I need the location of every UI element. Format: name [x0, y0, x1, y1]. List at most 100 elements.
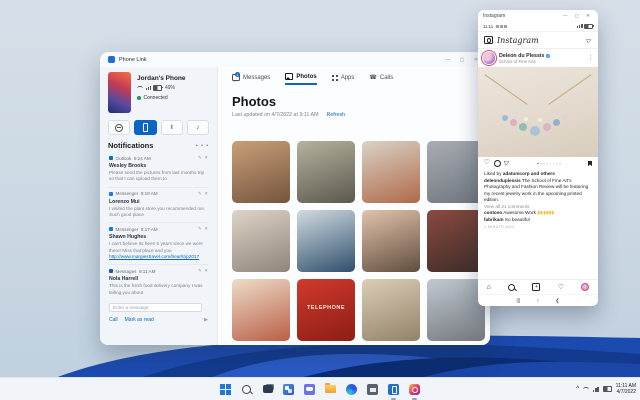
caption-username[interactable]: deleonduplessis — [484, 178, 521, 183]
notification-card[interactable]: Outlook 9:24 AM ✎ ✕ Wesley Brooks Please… — [108, 152, 209, 188]
author-avatar[interactable] — [483, 52, 495, 64]
bookmark-icon[interactable] — [587, 160, 592, 167]
do-not-disturb-button[interactable] — [108, 120, 131, 135]
chat-button[interactable] — [302, 382, 317, 397]
notification-time: 9:19 AM — [140, 191, 158, 197]
tray-volume-icon[interactable] — [593, 386, 599, 392]
close-icon[interactable]: ✕ — [204, 268, 208, 274]
back-button[interactable]: ❮ — [555, 298, 559, 304]
file-explorer-button[interactable] — [323, 382, 338, 397]
start-button[interactable] — [218, 382, 233, 397]
direct-messages-icon[interactable]: ▷ — [586, 36, 593, 44]
call-button[interactable]: Call — [109, 317, 118, 323]
home-button[interactable]: ○ — [536, 298, 539, 304]
phone-link-taskbar-button[interactable] — [386, 382, 401, 400]
phone-status-bar: 11:11 — [478, 22, 598, 32]
widgets-button[interactable] — [281, 382, 296, 397]
pin-icon[interactable]: ✎ — [198, 268, 202, 274]
close-icon[interactable]: ✕ — [204, 191, 208, 197]
pin-icon[interactable]: ✎ — [198, 226, 202, 232]
widgets-icon — [283, 383, 294, 395]
notification-link[interactable]: http://www.margiestravel.com/bear/trip20… — [109, 254, 208, 260]
instagram-icon — [409, 383, 420, 395]
new-post-icon[interactable]: + — [532, 283, 541, 291]
photo-redhead-group[interactable] — [362, 141, 420, 203]
post-options-icon[interactable]: ⋮ — [588, 55, 593, 61]
comment: fabrikam So beautiful — [484, 217, 530, 223]
close-icon[interactable]: ✕ — [204, 155, 208, 161]
phone-link-app-icon — [108, 56, 115, 63]
calls-icon: ☎ — [369, 74, 377, 81]
search-button[interactable] — [239, 382, 254, 397]
audio-player-button[interactable]: ♪ — [186, 120, 209, 135]
camera-icon[interactable] — [484, 36, 493, 44]
notification-time: 9:11 AM — [138, 268, 156, 274]
tab-messages[interactable]: 1 Messages — [232, 72, 270, 84]
phone-wallpaper-thumbnail[interactable] — [108, 72, 131, 113]
photo-telephone-box[interactable]: TELEPHONE — [297, 279, 355, 341]
photo-street-crowd[interactable] — [427, 279, 485, 341]
phone-link-window: Phone Link — ▢ ✕ Jordan's Phone 49% Conn… — [100, 52, 490, 345]
tab-photos[interactable]: Photos — [285, 73, 317, 85]
reply-input[interactable] — [109, 303, 203, 313]
notifications-heading: Notifications — [108, 141, 154, 150]
instagram-window-controls[interactable]: — ▢ ✕ — [563, 13, 593, 19]
notification-card[interactable]: Messenger 9:17 AM ✎ ✕ Shawn Hughes I can… — [108, 223, 209, 266]
pin-icon[interactable]: ✎ — [198, 155, 202, 161]
task-view-button[interactable] — [260, 382, 275, 397]
search-icon[interactable] — [508, 283, 516, 291]
edge-button[interactable] — [344, 382, 359, 397]
comment-username[interactable]: fabrikam — [484, 217, 504, 222]
photo-street-person[interactable] — [427, 141, 485, 203]
phone-link-window-controls[interactable]: — ▢ ✕ — [445, 57, 482, 63]
comment-username[interactable]: contoso — [484, 210, 502, 215]
tray-date: 4/7/2022 — [616, 389, 636, 395]
apps-icon — [331, 74, 334, 77]
like-icon[interactable]: ♡ — [484, 160, 490, 167]
verified-badge-icon: ✓ — [546, 53, 551, 58]
close-icon[interactable]: ✕ — [204, 226, 208, 232]
liked-by-user[interactable]: adatumcorp — [503, 171, 530, 176]
outlook-app-icon — [109, 156, 113, 160]
comment-icon[interactable] — [493, 160, 501, 167]
notification-card[interactable]: Messenger 9:19 AM ✎ ✕ Lorenzo Mui I visi… — [108, 188, 209, 224]
clock[interactable]: 11:11 AM 4/7/2022 — [616, 383, 636, 396]
notification-card[interactable]: Messages 9:11 AM ✎ ✕ Nola Harrell This i… — [108, 265, 209, 327]
connected-status-icon — [137, 96, 141, 100]
photo-man-tan-jacket[interactable] — [362, 279, 420, 341]
tray-battery-icon[interactable] — [602, 386, 613, 392]
instagram-taskbar-button[interactable] — [407, 382, 422, 400]
profile-avatar[interactable] — [581, 283, 590, 291]
windows-logo-icon — [220, 383, 231, 395]
post-author[interactable]: Deleon du Plessis — [499, 53, 544, 59]
mark-as-read-button[interactable]: Mark as read — [125, 317, 154, 323]
volume-button[interactable]: ‖ — [160, 120, 183, 135]
pin-icon[interactable]: ✎ — [198, 191, 202, 197]
post-image[interactable] — [478, 67, 598, 157]
photo-celebration[interactable] — [232, 279, 290, 341]
device-name: Jordan's Phone — [137, 75, 186, 82]
tray-wifi-icon[interactable] — [583, 386, 590, 392]
photo-woman-pointing[interactable] — [232, 141, 290, 203]
photo-couple-reading[interactable] — [297, 141, 355, 203]
device-summary: Jordan's Phone 49% Connected — [108, 72, 209, 113]
store-button[interactable] — [365, 382, 380, 397]
photo-hands-stack[interactable] — [362, 210, 420, 272]
tab-apps[interactable]: Apps — [331, 74, 354, 84]
photo-boy-glasses[interactable] — [297, 210, 355, 272]
photo-dark-crowd[interactable] — [427, 210, 485, 272]
comment: contoso Awesome Work 🙌🙌🙌 — [484, 210, 555, 216]
open-phone-screen-button[interactable] — [134, 120, 157, 135]
send-icon[interactable]: ▶ — [204, 317, 208, 323]
recents-button[interactable]: ||| — [516, 298, 520, 304]
tab-calls[interactable]: ☎ Calls — [369, 75, 393, 84]
refresh-button[interactable]: Refresh — [327, 112, 346, 118]
share-icon[interactable]: ▷ — [504, 159, 511, 168]
tray-chevron-icon[interactable]: ^ — [576, 386, 579, 392]
activity-heart-icon[interactable]: ♡ — [558, 284, 564, 291]
phone-link-titlebar: Phone Link — ▢ ✕ — [100, 52, 490, 67]
home-icon[interactable]: ⌂ — [487, 284, 491, 291]
notifications-more-button[interactable]: • • • — [196, 143, 209, 149]
photo-girls-studying[interactable] — [232, 210, 290, 272]
phone-link-window-title: Phone Link — [119, 56, 147, 63]
